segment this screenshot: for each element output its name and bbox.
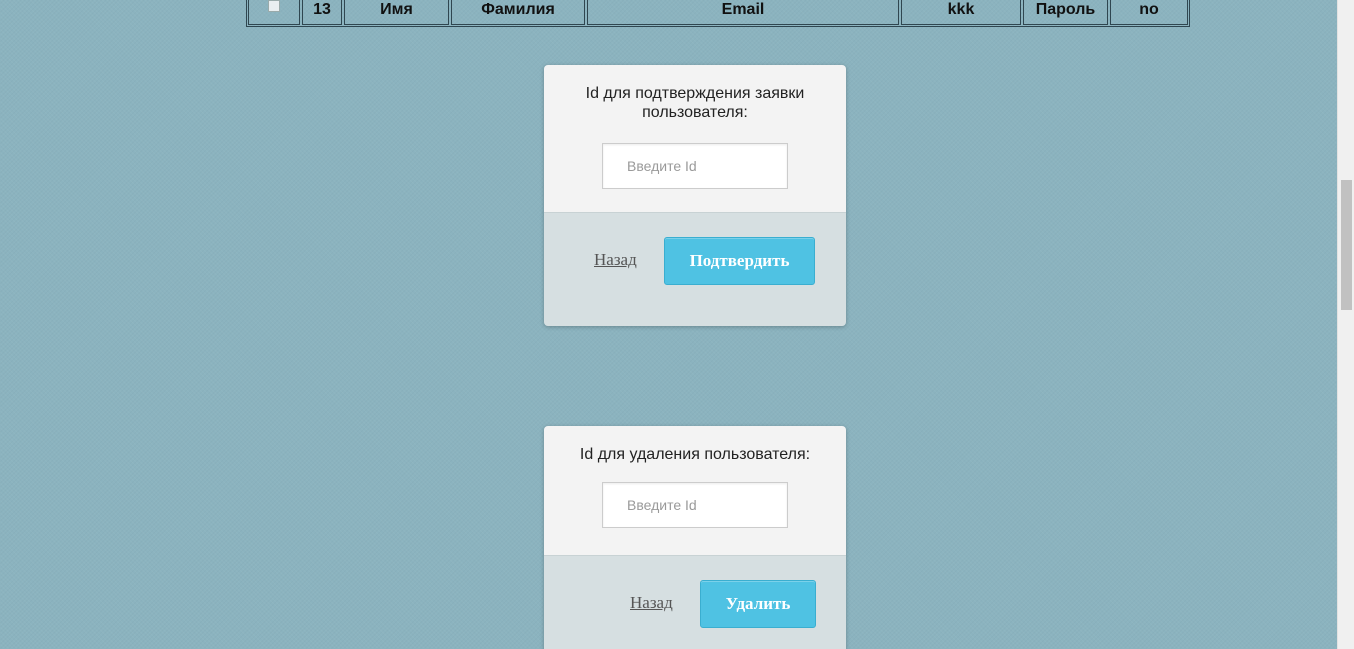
row-checkbox[interactable] <box>268 0 280 12</box>
confirm-card-body: Id для подтверждения заявки пользователя… <box>544 65 846 212</box>
confirm-button[interactable]: Подтвердить <box>664 237 815 285</box>
page-scrollbar[interactable] <box>1337 0 1354 649</box>
delete-user-card: Id для удаления пользователя: Назад Удал… <box>544 426 846 649</box>
table-cell-first-name: Имя <box>344 0 449 25</box>
table-cell-id: 13 <box>302 0 342 25</box>
delete-button[interactable]: Удалить <box>700 580 816 628</box>
confirm-id-input[interactable] <box>602 143 788 189</box>
delete-card-body: Id для удаления пользователя: <box>544 426 846 555</box>
delete-card-footer: Назад Удалить <box>544 555 846 649</box>
confirm-card-footer: Назад Подтвердить <box>544 212 846 326</box>
table-cell-password: Пароль <box>1023 0 1108 25</box>
delete-id-input[interactable] <box>602 482 788 528</box>
confirm-back-link[interactable]: Назад <box>594 250 637 270</box>
users-table: 13 Имя Фамилия Email kkk Пароль no <box>246 0 1190 27</box>
table-cell-select <box>248 0 300 25</box>
table-cell-email: Email <box>587 0 899 25</box>
table-cell-no: no <box>1110 0 1188 25</box>
delete-id-label[interactable]: Id для удаления пользователя: <box>544 445 846 464</box>
confirm-id-label: Id для подтверждения заявки пользователя… <box>585 85 805 121</box>
delete-back-link[interactable]: Назад <box>630 593 673 613</box>
confirm-request-card: Id для подтверждения заявки пользователя… <box>544 65 846 326</box>
scrollbar-thumb[interactable] <box>1341 180 1352 310</box>
table-cell-last-name: Фамилия <box>451 0 585 25</box>
table-cell-kkk: kkk <box>901 0 1021 25</box>
